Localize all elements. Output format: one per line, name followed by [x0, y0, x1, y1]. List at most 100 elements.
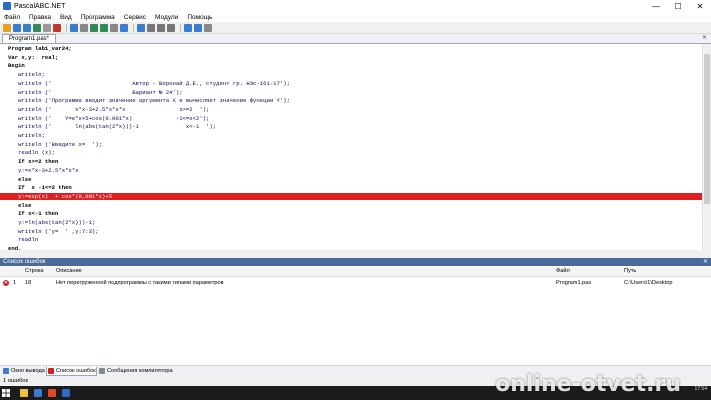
- scrollbar-thumb[interactable]: [704, 54, 710, 204]
- column-file[interactable]: Файл: [556, 267, 570, 276]
- maximize-button[interactable]: ☐: [667, 0, 689, 12]
- system-tray[interactable]: 17:54: [694, 386, 707, 400]
- code-line[interactable]: If x>=2 then: [8, 158, 58, 165]
- tab-error-list-label: Список ошибок: [56, 368, 96, 374]
- code-editor[interactable]: Program lab1_var24; Var x,y: real; Begin w…: [0, 44, 703, 252]
- code-line[interactable]: Var x,y: real;: [8, 54, 58, 61]
- file-explorer-icon[interactable]: [20, 389, 28, 397]
- code-line[interactable]: readln (x);: [8, 149, 55, 156]
- code-line[interactable]: writeln ('Введите x= ');: [8, 141, 102, 148]
- tab-output-window-label: Окно вывода: [11, 368, 45, 374]
- error-list-columns: Строка Описание Файл Путь: [0, 267, 711, 277]
- menu-service[interactable]: Сервис: [124, 14, 146, 21]
- code-line[interactable]: writeln ('Программа вводит значение аргу…: [8, 97, 290, 104]
- code-line[interactable]: writeln (' Вариант № 24');: [8, 89, 183, 96]
- column-description[interactable]: Описание: [56, 267, 82, 276]
- code-line[interactable]: writeln;: [8, 132, 45, 139]
- toolbar-button-icon[interactable]: [110, 23, 118, 32]
- code-line[interactable]: else: [8, 176, 31, 183]
- toolbar-button-icon[interactable]: [23, 23, 31, 32]
- toolbar: [0, 22, 711, 34]
- error-list-body: [0, 276, 711, 365]
- menu-edit[interactable]: Правка: [29, 14, 51, 21]
- menu-modules[interactable]: Модули: [155, 14, 178, 21]
- close-button[interactable]: ✕: [689, 0, 711, 12]
- media-app-icon[interactable]: [48, 389, 56, 397]
- toolbar-separator: [180, 23, 181, 32]
- panel-splitter[interactable]: [0, 250, 711, 258]
- editor-vertical-scrollbar[interactable]: [702, 44, 711, 250]
- output-window-icon: [3, 368, 9, 374]
- error-index: 1: [13, 280, 17, 286]
- toolbar-button-icon[interactable]: [3, 23, 11, 32]
- error-list-icon: [48, 368, 54, 374]
- code-line[interactable]: readln: [8, 236, 38, 243]
- code-line[interactable]: else: [8, 202, 31, 209]
- tab-compiler-messages-label: Сообщения компилятора: [107, 368, 173, 374]
- toolbar-button-icon[interactable]: [80, 23, 88, 32]
- edge-browser-icon[interactable]: [34, 389, 42, 397]
- tab-output-window[interactable]: Окно вывода: [2, 367, 45, 375]
- tab-error-list[interactable]: Список ошибок: [46, 367, 97, 376]
- toolbar-button-icon[interactable]: [167, 23, 175, 32]
- toolbar-button-icon[interactable]: [120, 23, 128, 32]
- title-bar: PascalABC.NET — ☐ ✕: [0, 0, 711, 12]
- error-list-header: Список ошибок ✕: [0, 258, 711, 266]
- column-path[interactable]: Путь: [624, 267, 636, 276]
- pascalabc-taskbar-icon[interactable]: [62, 389, 70, 397]
- minimize-button[interactable]: —: [645, 0, 667, 12]
- pascalabc-app-icon: [3, 2, 11, 10]
- error-list-title: Список ошибок: [3, 259, 46, 265]
- compiler-messages-icon: [99, 368, 105, 374]
- code-line[interactable]: y:=x*x-3+2.5*x*x*x: [8, 167, 78, 174]
- status-error-count: 1 ошибок: [3, 378, 29, 384]
- menu-bar: Файл Правка Вид Программа Сервис Модули …: [0, 12, 711, 22]
- toolbar-button-icon[interactable]: [33, 23, 41, 32]
- close-panel-icon[interactable]: ✕: [703, 258, 708, 266]
- toolbar-button-icon[interactable]: [53, 23, 61, 32]
- file-tab-strip: Program1.pas* ✕: [0, 34, 711, 44]
- tab-compiler-messages[interactable]: Сообщения компилятора: [98, 367, 173, 375]
- code-line[interactable]: writeln (' Y=e*x+5+cos(0.001*x) -1<=x<2'…: [8, 115, 209, 122]
- close-tab-icon[interactable]: ✕: [702, 34, 707, 43]
- code-line[interactable]: writeln ('y= ' ,y:7:3);: [8, 228, 99, 235]
- toolbar-button-icon[interactable]: [194, 23, 202, 32]
- code-line[interactable]: writeln;: [8, 71, 45, 78]
- toolbar-button-icon[interactable]: [90, 23, 98, 32]
- code-line[interactable]: Program lab1_var24;: [8, 45, 72, 52]
- tray-clock[interactable]: 17:54: [694, 386, 707, 392]
- windows-start-icon[interactable]: [2, 389, 10, 397]
- code-line[interactable]: writeln (' x*x-3+2.5*x*x*x x>=2 ');: [8, 106, 209, 113]
- code-line[interactable]: Begin: [8, 62, 25, 69]
- error-highlighted-code-line[interactable]: y:=exp(x) + cos*(0,001*x)+5: [0, 192, 703, 200]
- toolbar-button-icon[interactable]: [147, 23, 155, 32]
- column-line[interactable]: Строка: [25, 267, 44, 276]
- toolbar-button-icon[interactable]: [43, 23, 51, 32]
- toolbar-button-icon[interactable]: [100, 23, 108, 32]
- watermark: online-otvet.ru: [495, 372, 681, 397]
- code-line[interactable]: If x -1<=2 then: [8, 184, 72, 191]
- code-line[interactable]: writeln (' ln(abs(tan(2*x)))-1 x<-1 ');: [8, 123, 216, 130]
- toolbar-button-icon[interactable]: [70, 23, 78, 32]
- error-line-number: 18: [25, 280, 32, 286]
- menu-view[interactable]: Вид: [60, 14, 72, 21]
- error-icon: ✕: [3, 280, 9, 286]
- file-tab-program1[interactable]: Program1.pas*: [2, 34, 57, 43]
- window-controls: — ☐ ✕: [645, 0, 711, 12]
- code-line[interactable]: y:=ln(abs(tan(2*x)))-1;: [8, 219, 95, 226]
- toolbar-button-icon[interactable]: [137, 23, 145, 32]
- menu-help[interactable]: Помощь: [187, 14, 212, 21]
- toolbar-button-icon[interactable]: [204, 23, 212, 32]
- toolbar-button-icon[interactable]: [184, 23, 192, 32]
- error-file: Program1.pas: [556, 280, 592, 286]
- toolbar-separator: [66, 23, 67, 32]
- error-path: C:\Users\1\Desktop: [624, 280, 673, 286]
- error-row[interactable]: ✕ 1 18 Нет перегруженной подпрограммы с …: [0, 279, 711, 288]
- toolbar-button-icon[interactable]: [13, 23, 21, 32]
- code-line[interactable]: writeln (' Автор - Воронай Д.Е., студент…: [8, 80, 290, 87]
- code-line[interactable]: If x<-1 then: [8, 210, 58, 217]
- menu-program[interactable]: Программа: [81, 14, 115, 21]
- window-title: PascalABC.NET: [14, 2, 66, 10]
- menu-file[interactable]: Файл: [4, 14, 20, 21]
- toolbar-button-icon[interactable]: [157, 23, 165, 32]
